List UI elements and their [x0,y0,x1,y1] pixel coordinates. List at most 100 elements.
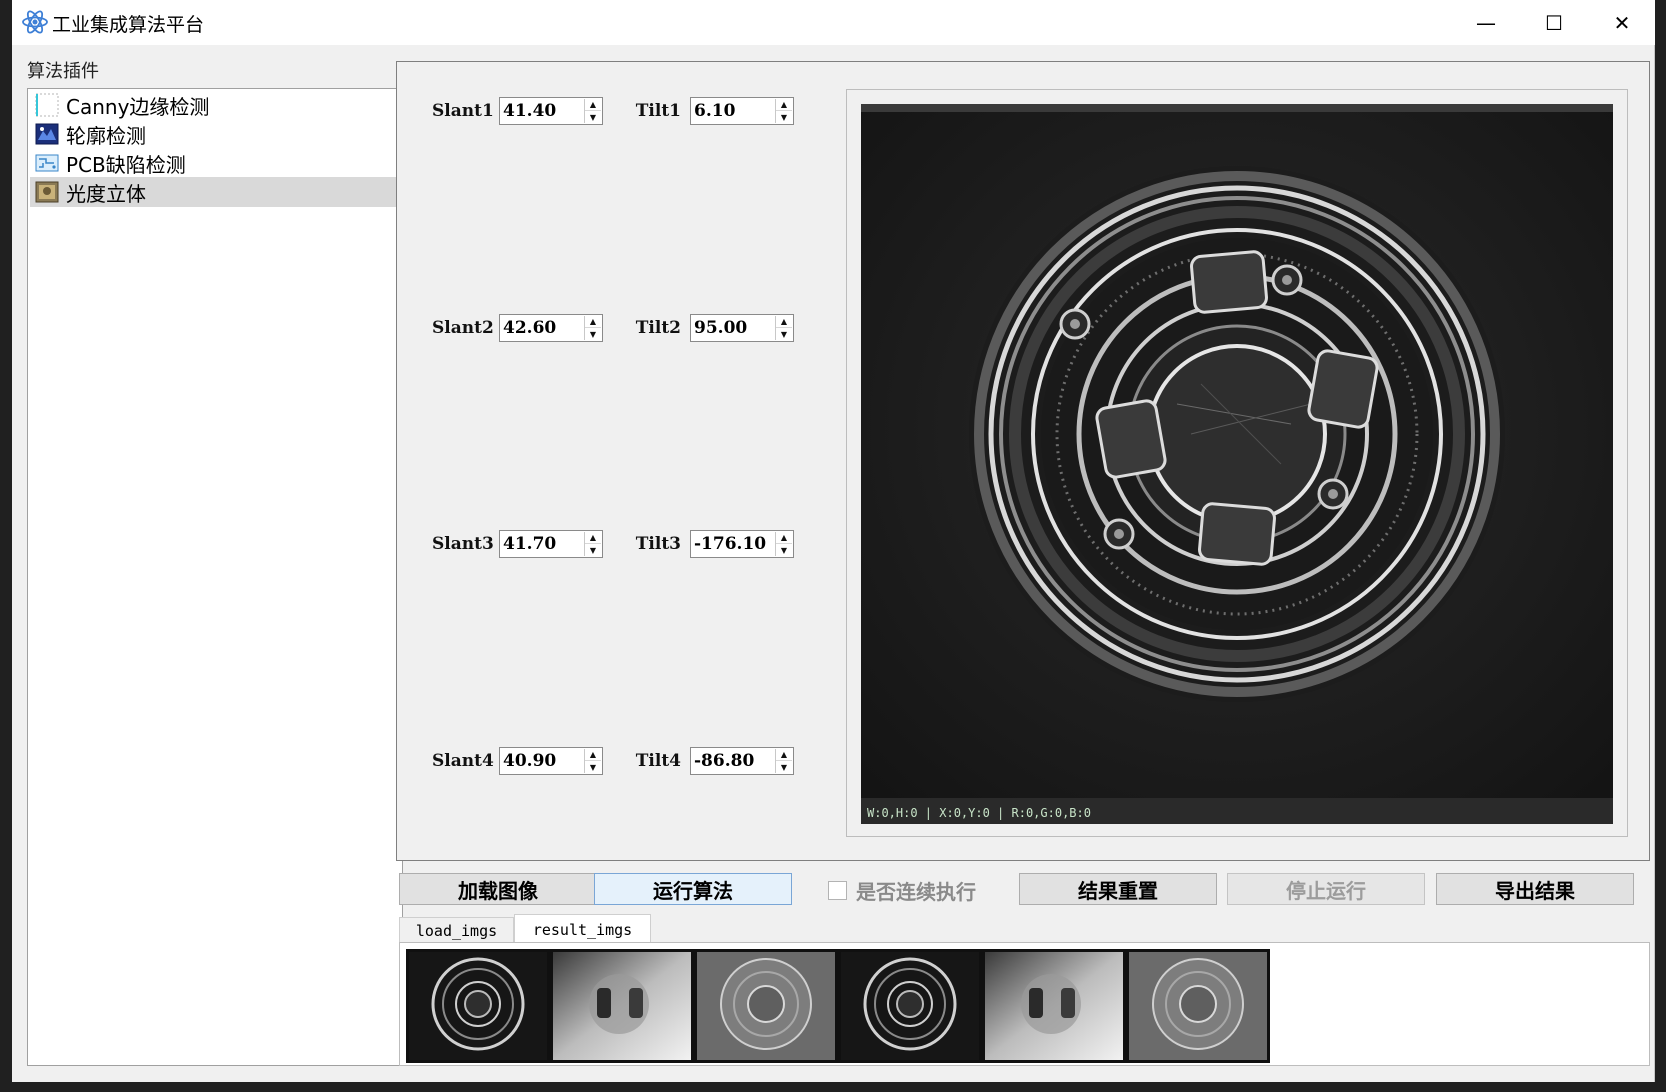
parameter-panel: Slant1 41.40 ▲ ▼ Tilt1 6.10 ▲ ▼ Slant2 4… [396,61,1650,861]
export-results-button[interactable]: 导出结果 [1436,873,1634,905]
slant2-spinbox[interactable]: 42.60 ▲ ▼ [499,314,603,342]
tilt3-value: -176.10 [694,534,767,554]
tilt4-value: -86.80 [694,751,755,771]
run-algorithm-button[interactable]: 运行算法 [594,873,792,905]
minimize-icon: — [1476,10,1496,35]
close-button[interactable]: ✕ [1588,0,1656,45]
stop-run-button[interactable]: 停止运行 [1227,873,1425,905]
spin-up-icon[interactable]: ▲ [776,532,792,544]
contour-icon [35,123,59,145]
spin-down-icon[interactable]: ▼ [776,111,792,123]
maximize-icon: ☐ [1545,10,1563,35]
thumbnail[interactable] [982,949,1126,1063]
inspected-part-image [861,104,1613,824]
spin-buttons: ▲ ▼ [584,749,601,773]
tab-result-imgs[interactable]: result_imgs [514,914,651,945]
app-window: 工业集成算法平台 — ☐ ✕ 算法插件 Canny边缘检测 轮廓检测 PCB缺陷… [12,0,1655,1082]
plugin-item-contour[interactable]: 轮廓检测 [30,119,400,149]
tilt1-value: 6.10 [694,101,736,121]
title-bar: 工业集成算法平台 — ☐ ✕ [12,0,1655,45]
spin-up-icon[interactable]: ▲ [585,532,601,544]
shading-thumbnail-image [553,952,691,1060]
plugin-label: 光度立体 [66,181,146,206]
slant1-value: 41.40 [503,101,557,121]
thumbnail[interactable] [838,949,982,1063]
slant2-value: 42.60 [503,318,557,338]
image-viewer-frame: W:0,H:0 | X:0,Y:0 | R:0,G:0,B:0 [846,89,1628,837]
spin-buttons: ▲ ▼ [584,99,601,123]
plugin-item-photometric[interactable]: 光度立体 [30,177,400,207]
slant2-label: Slant2 [432,318,494,338]
canny-icon [35,93,59,117]
relief-thumbnail-image [697,952,835,1060]
tilt3-spinbox[interactable]: -176.10 ▲ ▼ [690,530,794,558]
tilt1-spinbox[interactable]: 6.10 ▲ ▼ [690,97,794,125]
load-image-button[interactable]: 加载图像 [399,873,597,905]
thumbnail-strip [399,942,1650,1066]
spin-down-icon[interactable]: ▼ [585,328,601,340]
slant3-spinbox[interactable]: 41.70 ▲ ▼ [499,530,603,558]
window-title: 工业集成算法平台 [52,14,205,36]
viewer-status-text: W:0,H:0 | X:0,Y:0 | R:0,G:0,B:0 [867,806,1091,820]
spin-down-icon[interactable]: ▼ [776,761,792,773]
coin-thumbnail-image [409,952,547,1060]
spin-down-icon[interactable]: ▼ [585,111,601,123]
atom-icon [22,10,48,34]
spin-buttons: ▲ ▼ [584,532,601,556]
spin-buttons: ▲ ▼ [775,99,792,123]
coin-thumbnail-image [841,952,979,1060]
tilt4-label: Tilt4 [635,751,681,771]
maximize-button[interactable]: ☐ [1520,0,1588,45]
spin-down-icon[interactable]: ▼ [585,544,601,556]
tilt1-label: Tilt1 [635,101,681,121]
continuous-run-label: 是否连续执行 [856,880,976,904]
relief-thumbnail-image [1129,952,1267,1060]
spin-buttons: ▲ ▼ [775,316,792,340]
spin-up-icon[interactable]: ▲ [776,99,792,111]
tab-load-imgs[interactable]: load_imgs [399,917,514,944]
slant4-label: Slant4 [432,751,494,771]
image-viewer[interactable]: W:0,H:0 | X:0,Y:0 | R:0,G:0,B:0 [861,104,1613,824]
plugin-list[interactable]: Canny边缘检测 轮廓检测 PCB缺陷检测 光度立体 [27,88,403,1066]
close-icon: ✕ [1613,10,1631,35]
shading-thumbnail-image [985,952,1123,1060]
slant4-value: 40.90 [503,751,557,771]
thumbnail[interactable] [1126,949,1270,1063]
thumbnail[interactable] [550,949,694,1063]
slant1-spinbox[interactable]: 41.40 ▲ ▼ [499,97,603,125]
spin-up-icon[interactable]: ▲ [776,316,792,328]
plugin-label: 轮廓检测 [66,123,146,148]
thumbnail[interactable] [694,949,838,1063]
spin-up-icon[interactable]: ▲ [585,99,601,111]
spin-up-icon[interactable]: ▲ [776,749,792,761]
tilt2-value: 95.00 [694,318,748,338]
tilt4-spinbox[interactable]: -86.80 ▲ ▼ [690,747,794,775]
plugin-label: Canny边缘检测 [66,94,210,119]
spin-up-icon[interactable]: ▲ [585,749,601,761]
spin-down-icon[interactable]: ▼ [776,328,792,340]
spin-up-icon[interactable]: ▲ [585,316,601,328]
tilt2-spinbox[interactable]: 95.00 ▲ ▼ [690,314,794,342]
tilt3-label: Tilt3 [635,534,681,554]
minimize-button[interactable]: — [1452,0,1520,45]
plugin-item-canny[interactable]: Canny边缘检测 [30,90,400,120]
spin-down-icon[interactable]: ▼ [776,544,792,556]
plugins-label: 算法插件 [27,61,99,82]
reset-results-button[interactable]: 结果重置 [1019,873,1217,905]
photometric-icon [35,181,59,203]
thumbnail[interactable] [406,949,550,1063]
continuous-run-checkbox[interactable] [828,881,847,900]
spin-buttons: ▲ ▼ [775,749,792,773]
spin-buttons: ▲ ▼ [775,532,792,556]
plugin-label: PCB缺陷检测 [66,152,186,177]
slant4-spinbox[interactable]: 40.90 ▲ ▼ [499,747,603,775]
spin-down-icon[interactable]: ▼ [585,761,601,773]
slant3-label: Slant3 [432,534,494,554]
plugin-item-pcb[interactable]: PCB缺陷检测 [30,148,400,178]
pcb-icon [35,154,59,172]
continuous-run-option[interactable]: 是否连续执行 [828,876,976,905]
slant3-value: 41.70 [503,534,557,554]
spin-buttons: ▲ ▼ [584,316,601,340]
tilt2-label: Tilt2 [635,318,681,338]
slant1-label: Slant1 [432,101,494,121]
